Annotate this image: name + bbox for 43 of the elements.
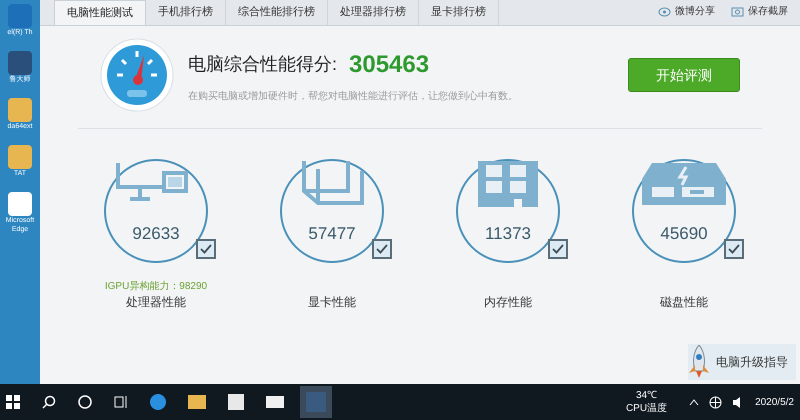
metric-label: 内存性能 (484, 294, 532, 311)
cpu-temperature-label: CPU温度 (626, 402, 668, 415)
checkbox[interactable] (196, 239, 216, 259)
score-title: 电脑综合性能得分: (188, 53, 338, 76)
description-text: 在购买电脑或增加硬件时，帮您对电脑性能进行评估，让您做到心中有数。 (188, 90, 518, 104)
rocket-icon (688, 345, 710, 379)
task-view-icon[interactable] (114, 395, 128, 409)
checkbox[interactable] (724, 239, 744, 259)
app-icon[interactable] (8, 192, 32, 216)
check-icon (200, 244, 212, 254)
igpu-note: IGPU异构能力：98290 (104, 281, 208, 292)
tab[interactable]: 显卡排行榜 (419, 0, 499, 25)
check-icon (376, 244, 388, 254)
upgrade-guide-link[interactable]: 电脑升级指导 (688, 344, 796, 380)
tab[interactable]: 综合性能排行榜 (226, 0, 328, 25)
metric-label: 显卡性能 (308, 294, 356, 311)
date-text: 2020/5/2 (755, 396, 794, 410)
speedometer-icon (100, 38, 174, 112)
search-icon[interactable] (42, 395, 56, 409)
metric-label: 处理器性能 (126, 294, 186, 311)
chevron-up-icon[interactable] (689, 398, 700, 406)
checkbox[interactable] (548, 239, 568, 259)
eye-icon (658, 6, 671, 17)
windows-icon[interactable] (6, 395, 20, 409)
metric-label: 磁盘性能 (660, 294, 708, 311)
metric-score: 11373 (484, 223, 532, 245)
camera-icon (731, 6, 744, 17)
tab[interactable]: 处理器排行榜 (328, 0, 419, 25)
share-button[interactable]: 微博分享 (658, 4, 715, 19)
globe-icon[interactable] (709, 396, 722, 408)
metric-score: 45690 (659, 223, 709, 245)
memory-module-icon (476, 161, 540, 209)
tab[interactable]: 手机排行榜 (146, 0, 226, 25)
total-score: 305463 (349, 50, 430, 80)
tab[interactable]: 电脑性能测试 (54, 0, 146, 25)
check-icon (552, 244, 564, 254)
cpu-temperature: 34℃ (636, 389, 658, 402)
metric-score: 92633 (131, 223, 181, 245)
circle-icon[interactable] (78, 395, 92, 409)
screenshot-button[interactable]: 保存截屏 (731, 4, 788, 19)
metric-score: 57477 (307, 223, 357, 245)
checkbox[interactable] (372, 239, 392, 259)
check-icon (728, 244, 740, 254)
